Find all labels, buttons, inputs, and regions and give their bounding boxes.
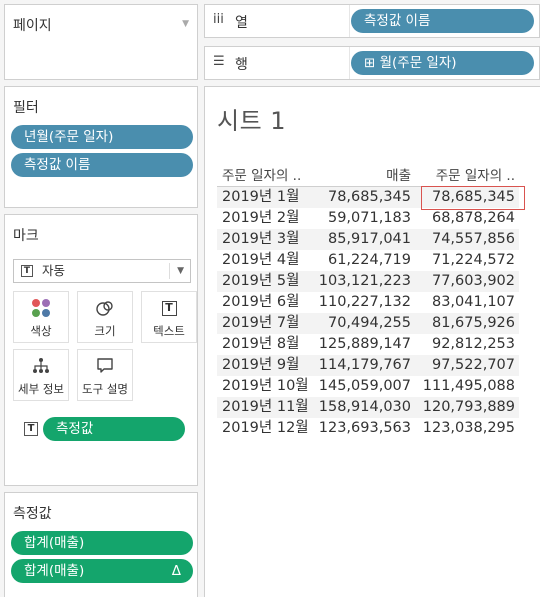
cell-running-total[interactable]: 68,878,264	[413, 208, 515, 229]
row-month[interactable]: 2019년 5월	[222, 271, 322, 292]
table-row[interactable]: 2019년 12월 123,693,563 123,038,295	[217, 418, 519, 439]
row-month[interactable]: 2019년 1월	[222, 187, 322, 208]
cell-sales[interactable]: 85,917,041	[317, 229, 411, 250]
columns-pill-measure-names[interactable]: 측정값 이름	[351, 9, 534, 33]
marks-title: 마크	[13, 228, 39, 244]
cell-running-total[interactable]: 123,038,295	[413, 418, 515, 439]
text-icon: T	[161, 300, 177, 316]
cell-sales[interactable]: 70,494,255	[317, 313, 411, 334]
color-label: 색상	[30, 324, 52, 338]
mark-type-value: 자동	[42, 263, 66, 278]
cell-running-total[interactable]: 120,793,889	[413, 397, 515, 418]
text-button[interactable]: T 텍스트	[141, 291, 197, 343]
cell-sales[interactable]: 125,889,147	[317, 334, 411, 355]
cell-sales[interactable]: 59,071,183	[317, 208, 411, 229]
row-month[interactable]: 2019년 8월	[222, 334, 322, 355]
filter-pill-yearmonth[interactable]: 년월(주문 일자)	[11, 125, 193, 149]
text-encoding-icon: T	[24, 422, 38, 436]
filter-pill-measure-names[interactable]: 측정값 이름	[11, 153, 193, 177]
cell-running-total[interactable]: 77,603,902	[413, 271, 515, 292]
header-order-date[interactable]: 주문 일자의 ..	[222, 165, 322, 187]
columns-shelf[interactable]: iii 열 측정값 이름	[204, 4, 540, 38]
measure-values-card[interactable]: 측정값 합계(매출) 합계(매출) Δ	[4, 492, 198, 597]
detail-button[interactable]: 세부 정보	[13, 349, 69, 401]
row-month[interactable]: 2019년 6월	[222, 292, 322, 313]
table-row[interactable]: 2019년 1월 78,685,345 78,685,345	[217, 186, 525, 210]
filters-title: 필터	[13, 100, 39, 116]
cell-running-total[interactable]: 97,522,707	[413, 355, 515, 376]
row-month[interactable]: 2019년 2월	[222, 208, 322, 229]
cell-running-total[interactable]: 74,557,856	[413, 229, 515, 250]
detail-label: 세부 정보	[18, 382, 64, 396]
cell-sales[interactable]: 158,914,030	[317, 397, 411, 418]
size-icon	[96, 301, 113, 316]
filters-card[interactable]: 필터 년월(주문 일자) 측정값 이름	[4, 86, 198, 208]
cell-running-total[interactable]: 81,675,926	[413, 313, 515, 334]
rows-shelf[interactable]: ☰ 행 ⊞ 월(주문 일자)	[204, 46, 540, 80]
table-body: 2019년 1월 78,685,345 78,685,345 2019년 2월 59,0…	[217, 186, 525, 439]
pages-dropdown-icon[interactable]: ▼	[182, 19, 189, 29]
table-header: 주문 일자의 .. 매출 주문 일자의 ..	[217, 165, 519, 187]
measure-values-title: 측정값	[13, 506, 52, 522]
color-icon	[32, 299, 50, 317]
tooltip-button[interactable]: 도구 설명	[77, 349, 133, 401]
table-row[interactable]: 2019년 8월 125,889,147 92,812,253	[217, 334, 519, 355]
table-row[interactable]: 2019년 9월 114,179,767 97,522,707	[217, 355, 519, 376]
selected-cell-outline	[421, 186, 525, 210]
row-month[interactable]: 2019년 11월	[222, 397, 322, 418]
cell-running-total[interactable]: 111,495,088	[413, 376, 515, 397]
crosstab-table[interactable]: 주문 일자의 .. 매출 주문 일자의 .. 2019년 1월 78,685,34…	[217, 165, 525, 439]
table-row[interactable]: 2019년 7월 70,494,255 81,675,926	[217, 313, 519, 334]
delta-icon: Δ	[171, 563, 181, 579]
row-month[interactable]: 2019년 7월	[222, 313, 322, 334]
row-month[interactable]: 2019년 3월	[222, 229, 322, 250]
text-mark-icon: T	[21, 265, 33, 277]
columns-label: 열	[235, 15, 248, 31]
measure-pill-sum-sales-delta[interactable]: 합계(매출) Δ	[11, 559, 193, 583]
row-month[interactable]: 2019년 12월	[222, 418, 322, 439]
size-label: 크기	[94, 324, 116, 338]
size-button[interactable]: 크기	[77, 291, 133, 343]
sheet-title: 시트 1	[217, 107, 287, 135]
tooltip-label: 도구 설명	[82, 382, 128, 396]
chevron-down-icon: ▼	[177, 266, 184, 276]
detail-icon	[33, 358, 49, 373]
table-row[interactable]: 2019년 11월 158,914,030 120,793,889	[217, 397, 519, 418]
header-sales[interactable]: 매출	[317, 165, 411, 187]
table-row[interactable]: 2019년 2월 59,071,183 68,878,264	[217, 208, 519, 229]
table-row[interactable]: 2019년 5월 103,121,223 77,603,902	[217, 271, 519, 292]
cell-sales[interactable]: 145,059,007	[317, 376, 411, 397]
cell-sales[interactable]: 110,227,132	[317, 292, 411, 313]
marks-card[interactable]: 마크 T 자동 ▼ 색상 크기 T 텍스트 세부 정보 도구 설명 T 측정값	[4, 214, 198, 486]
cell-sales[interactable]: 78,685,345	[317, 187, 411, 208]
cell-running-total[interactable]: 71,224,572	[413, 250, 515, 271]
cell-running-total[interactable]: 83,041,107	[413, 292, 515, 313]
pages-card[interactable]: 페이지 ▼	[4, 4, 198, 80]
cell-sales[interactable]: 61,224,719	[317, 250, 411, 271]
rows-pill-month-order-date[interactable]: ⊞ 월(주문 일자)	[351, 51, 534, 75]
table-row[interactable]: 2019년 4월 61,224,719 71,224,572	[217, 250, 519, 271]
worksheet-view[interactable]: 시트 1 주문 일자의 .. 매출 주문 일자의 .. 2019년 1월 78,6…	[204, 86, 540, 597]
marks-text-pill[interactable]: 측정값	[43, 417, 185, 441]
row-month[interactable]: 2019년 9월	[222, 355, 322, 376]
rows-icon: ☰	[213, 54, 225, 69]
cell-running-total[interactable]: 92,812,253	[413, 334, 515, 355]
table-row[interactable]: 2019년 10월 145,059,007 111,495,088	[217, 376, 519, 397]
header-order-date-2[interactable]: 주문 일자의 ..	[413, 165, 515, 187]
cell-sales[interactable]: 114,179,767	[317, 355, 411, 376]
cell-sales[interactable]: 103,121,223	[317, 271, 411, 292]
tooltip-icon	[97, 358, 113, 373]
table-row[interactable]: 2019년 6월 110,227,132 83,041,107	[217, 292, 519, 313]
cell-sales[interactable]: 123,693,563	[317, 418, 411, 439]
row-month[interactable]: 2019년 4월	[222, 250, 322, 271]
table-row[interactable]: 2019년 3월 85,917,041 74,557,856	[217, 229, 519, 250]
row-month[interactable]: 2019년 10월	[222, 376, 322, 397]
measure-pill-sum-sales[interactable]: 합계(매출)	[11, 531, 193, 555]
text-label: 텍스트	[153, 324, 185, 338]
mark-type-dropdown[interactable]: T 자동 ▼	[13, 259, 191, 283]
pages-title: 페이지	[13, 18, 52, 34]
columns-icon: iii	[213, 12, 224, 27]
color-button[interactable]: 색상	[13, 291, 69, 343]
rows-label: 행	[235, 57, 248, 73]
